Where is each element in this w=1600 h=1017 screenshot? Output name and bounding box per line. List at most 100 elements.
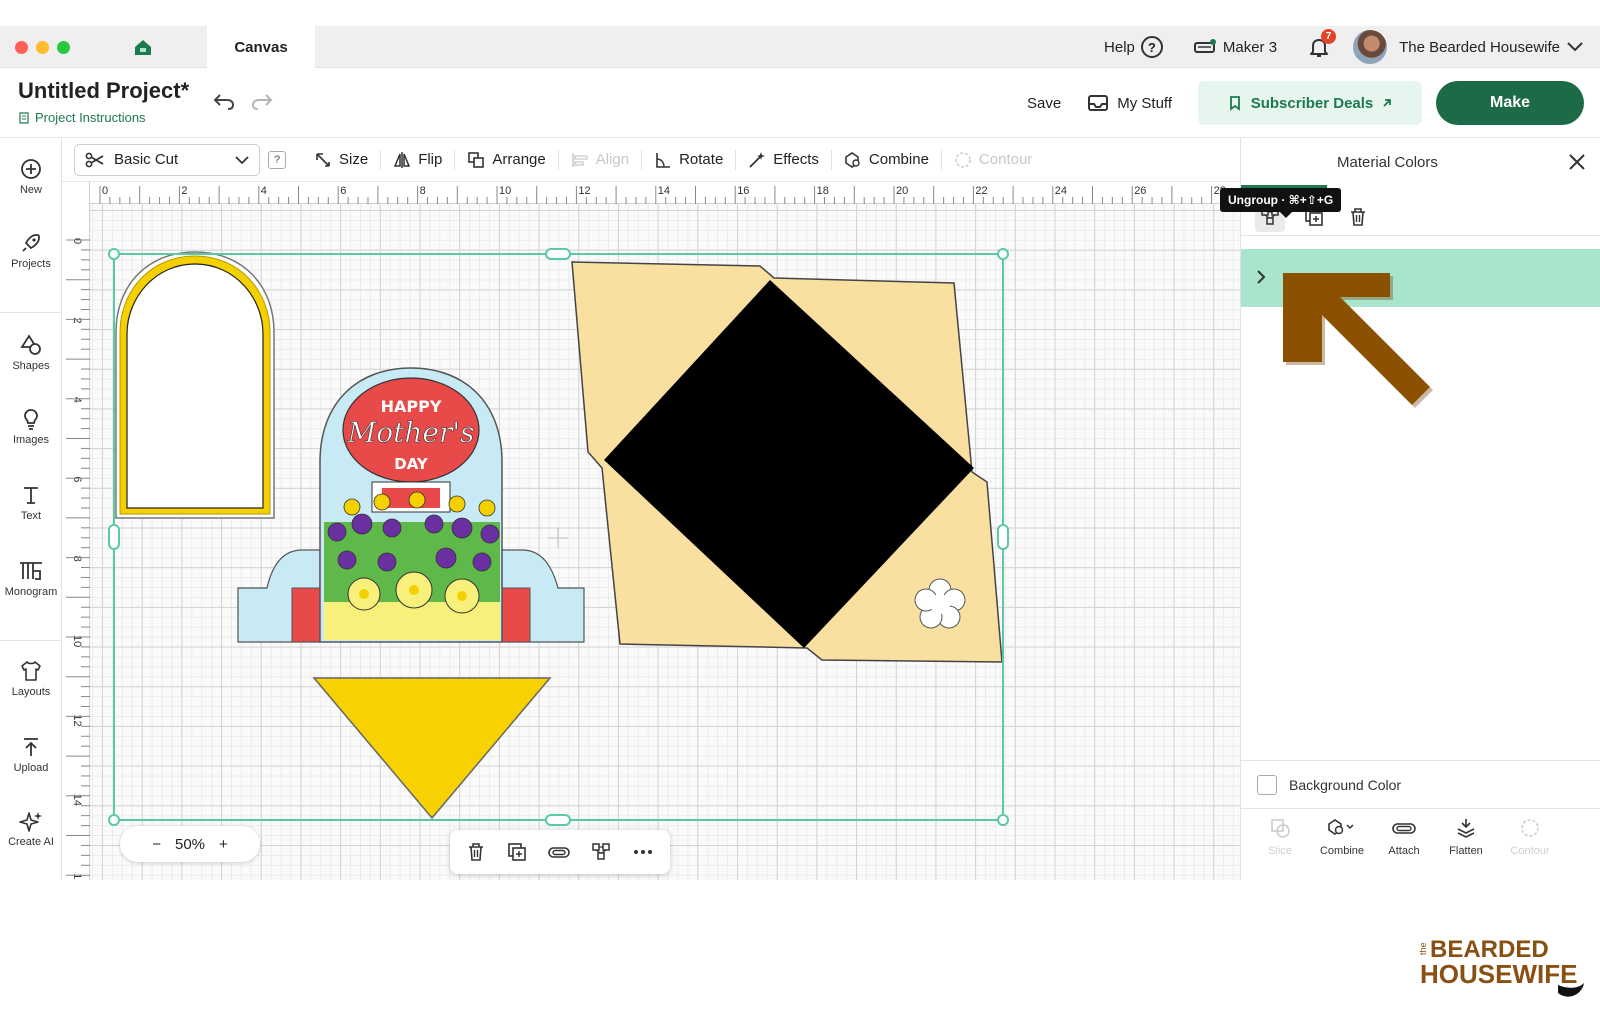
layers-panel: Material Colors up Background Color — [1240, 138, 1600, 880]
attach-button[interactable]: Attach — [1373, 817, 1435, 857]
card-text-line1: HAPPY — [381, 397, 442, 416]
card-text-line2: Mother's — [347, 416, 475, 449]
effects-button[interactable]: Effects — [735, 149, 831, 170]
combine-panel-button[interactable]: Combine — [1311, 817, 1373, 857]
attach-label: Attach — [1388, 845, 1420, 857]
design-canvas[interactable]: 0246810121416182022242628 0246810121416 … — [62, 182, 1240, 880]
sidebar-item-images[interactable]: Images — [0, 408, 62, 446]
lightbulb-icon — [24, 409, 38, 430]
sidebar-item-label: New — [19, 184, 42, 196]
make-button[interactable]: Make — [1436, 81, 1584, 125]
maximize-window-button[interactable] — [57, 41, 70, 54]
align-label: Align — [595, 151, 630, 168]
chevron-down-icon — [235, 155, 249, 164]
align-icon — [571, 152, 588, 167]
tab-material-colors[interactable]: Material Colors — [1337, 154, 1438, 171]
upload-icon — [24, 738, 38, 756]
zoom-in-button[interactable]: + — [219, 836, 228, 853]
sidebar-item-monogram[interactable]: Monogram — [0, 560, 62, 598]
flip-label: Flip — [418, 151, 443, 168]
notifications-button[interactable]: 7 — [1307, 29, 1337, 59]
subscriber-deals-label: Subscriber Deals — [1250, 94, 1374, 112]
machine-selector[interactable]: Maker 3 — [1193, 38, 1277, 56]
flip-icon — [394, 151, 411, 168]
annotation-arrow-icon — [1283, 273, 1433, 408]
more-icon[interactable] — [631, 841, 655, 863]
logo-small-text: the — [1418, 942, 1428, 955]
ungroup-icon[interactable] — [590, 841, 612, 863]
layer-actions-bar: Slice Combine Attach Flatten Contour — [1241, 808, 1600, 880]
sidebar-item-layouts[interactable]: Layouts — [0, 660, 62, 698]
sidebar-item-create-ai[interactable]: Create AI — [0, 810, 62, 848]
attach-icon — [1392, 823, 1416, 834]
background-color-checkbox[interactable] — [1257, 775, 1277, 795]
slice-label: Slice — [1268, 845, 1292, 857]
flatten-button[interactable]: Flatten — [1435, 817, 1497, 857]
align-button[interactable]: Align — [557, 149, 641, 170]
close-icon[interactable] — [1567, 152, 1587, 172]
close-window-button[interactable] — [15, 41, 28, 54]
flip-button[interactable]: Flip — [380, 149, 454, 170]
rocket-icon — [22, 234, 40, 252]
redo-icon[interactable] — [250, 90, 274, 112]
triangle-shape[interactable] — [312, 677, 552, 820]
selection-quick-actions — [450, 830, 670, 874]
sidebar-item-new[interactable]: New — [0, 158, 62, 196]
delete-button[interactable] — [1343, 202, 1373, 232]
contour-panel-button[interactable]: Contour — [1499, 817, 1561, 857]
trash-icon[interactable] — [465, 841, 487, 863]
operation-dropdown[interactable]: Basic Cut — [74, 143, 260, 176]
combine-icon — [845, 151, 860, 168]
size-label: Size — [339, 151, 369, 168]
project-title[interactable]: Untitled Project* — [18, 78, 189, 104]
home-icon[interactable] — [132, 36, 154, 58]
sparkle-icon — [19, 812, 42, 832]
duplicate-icon[interactable] — [506, 841, 528, 863]
text-icon — [24, 487, 38, 504]
contour-label: Contour — [978, 151, 1033, 168]
tab-canvas[interactable]: Canvas — [207, 26, 315, 68]
undo-icon[interactable] — [212, 90, 236, 112]
slice-button[interactable]: Slice — [1249, 817, 1311, 857]
sidebar-item-projects[interactable]: Projects — [0, 232, 62, 270]
sidebar-item-upload[interactable]: Upload — [0, 736, 62, 774]
zoom-out-button[interactable]: − — [152, 836, 161, 853]
rotate-label: Rotate — [679, 151, 724, 168]
envelope-shape[interactable] — [571, 261, 1003, 663]
chevron-right-icon[interactable] — [1255, 269, 1267, 285]
machine-label: Maker 3 — [1222, 38, 1278, 56]
contour-button[interactable]: Contour — [940, 149, 1044, 170]
attach-icon[interactable] — [547, 841, 571, 863]
my-stuff-label: My Stuff — [1117, 94, 1172, 112]
subscriber-deals-button[interactable]: Subscriber Deals — [1198, 81, 1422, 125]
mothers-day-card-shape[interactable]: HAPPY Mother's DAY — [237, 367, 585, 643]
save-button[interactable]: Save — [1027, 95, 1061, 112]
chevron-down-icon — [1567, 42, 1583, 52]
contour-label: Contour — [1510, 845, 1550, 857]
operation-help-button[interactable]: ? — [268, 150, 286, 169]
project-instructions-link[interactable]: Project Instructions — [18, 110, 146, 125]
size-button[interactable]: Size — [302, 150, 380, 170]
arch-frame-shape[interactable] — [115, 251, 275, 519]
shirt-icon — [21, 661, 41, 681]
card-text-line3: DAY — [394, 455, 429, 473]
minimize-window-button[interactable] — [36, 41, 49, 54]
machine-icon — [1193, 39, 1216, 53]
resize-icon — [316, 152, 330, 167]
help-button[interactable]: Help ? — [1104, 36, 1163, 58]
avatar[interactable] — [1353, 30, 1388, 64]
tab-layers[interactable] — [1241, 138, 1327, 188]
rotate-button[interactable]: Rotate — [641, 149, 735, 170]
logo-line2: HOUSEWIFE — [1420, 959, 1577, 989]
my-stuff-button[interactable]: My Stuff — [1087, 94, 1172, 112]
combine-button[interactable]: Combine — [830, 149, 941, 170]
project-header: Untitled Project* Project Instructions S… — [0, 68, 1600, 138]
sidebar-item-text[interactable]: Text — [0, 484, 62, 522]
sidebar-item-shapes[interactable]: Shapes — [0, 334, 62, 372]
ungroup-tooltip: Ungroup · ⌘+⇧+G — [1220, 188, 1342, 218]
combine-icon — [1328, 819, 1354, 835]
account-menu[interactable]: The Bearded Housewife — [1399, 39, 1584, 56]
operation-value: Basic Cut — [114, 151, 179, 168]
arrange-button[interactable]: Arrange — [454, 149, 557, 170]
sidebar-item-label: Upload — [13, 762, 49, 774]
